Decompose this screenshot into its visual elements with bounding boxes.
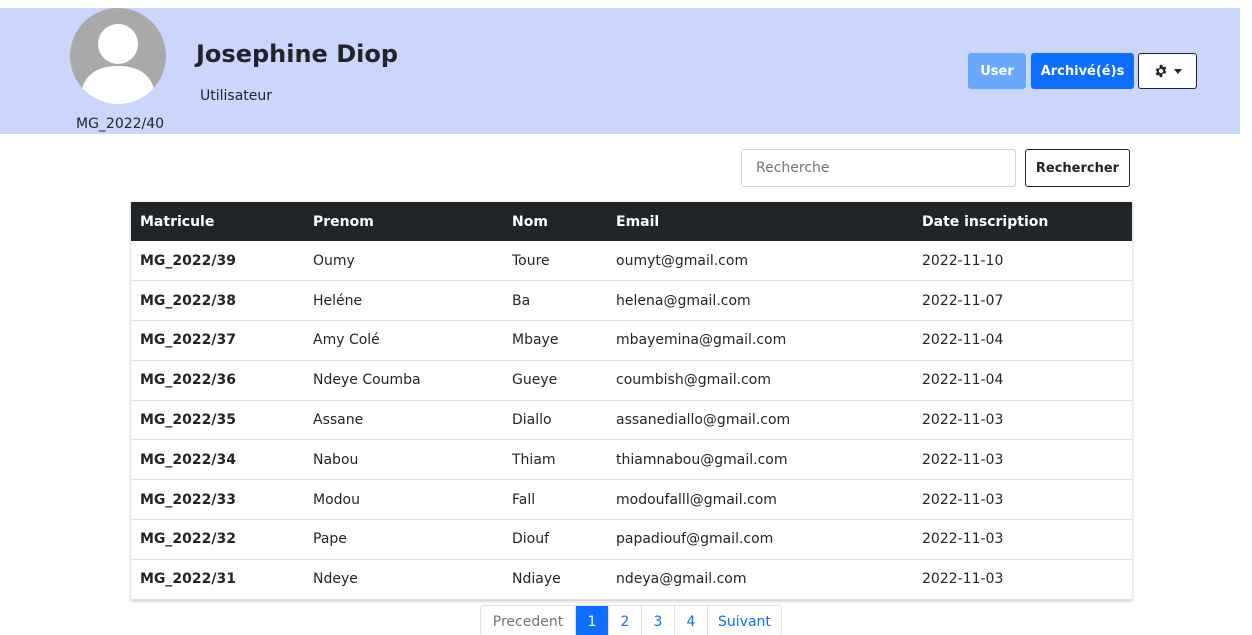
cell-email: mbayemina@gmail.com	[616, 332, 787, 349]
cell-prenom: Oumy	[313, 252, 355, 269]
cell-prenom: Pape	[313, 531, 347, 548]
table-row[interactable]: MG_2022/34 Nabou Thiam thiamnabou@gmail.com…	[131, 440, 1132, 480]
user-avatar-icon	[70, 8, 166, 104]
page-title: Josephine Diop	[196, 40, 399, 68]
cell-matricule: MG_2022/38	[140, 292, 236, 309]
cell-prenom: Amy Colé	[313, 332, 380, 349]
pagination-page-4[interactable]: 4	[675, 606, 708, 635]
pagination-page-3[interactable]: 3	[642, 606, 675, 635]
cell-nom: Thiam	[512, 451, 556, 468]
cell-date-inscription: 2022-11-03	[922, 491, 1004, 508]
cell-nom: Fall	[512, 491, 536, 508]
cell-email: modoufalll@gmail.com	[616, 491, 777, 508]
cell-date-inscription: 2022-11-04	[922, 372, 1004, 389]
cell-date-inscription: 2022-11-07	[922, 292, 1004, 309]
table-row[interactable]: MG_2022/32 Pape Diouf papadiouf@gmail.com 20…	[131, 520, 1132, 560]
cell-prenom: Nabou	[313, 451, 359, 468]
cell-matricule: MG_2022/39	[140, 252, 236, 269]
pagination-page-2[interactable]: 2	[609, 606, 642, 635]
table-row[interactable]: MG_2022/36 Ndeye Coumba Gueye coumbish@gmai…	[131, 360, 1132, 401]
user-button[interactable]: User	[968, 53, 1026, 89]
cell-matricule: MG_2022/37	[140, 332, 236, 349]
cell-date-inscription: 2022-11-03	[922, 571, 1004, 588]
cell-nom: Ndiaye	[512, 571, 561, 588]
cell-prenom: Ndeye Coumba	[313, 372, 421, 389]
cell-nom: Ba	[512, 292, 531, 309]
cell-email: oumyt@gmail.com	[616, 252, 749, 269]
cell-nom: Mbaye	[512, 332, 559, 349]
cell-nom: Diallo	[512, 412, 552, 429]
cell-nom: Toure	[512, 252, 550, 269]
cell-email: helena@gmail.com	[616, 292, 751, 309]
cell-date-inscription: 2022-11-03	[922, 412, 1004, 429]
table-row[interactable]: MG_2022/39 Oumy Toure oumyt@gmail.com 2022-1…	[131, 241, 1132, 281]
cell-email: papadiouf@gmail.com	[616, 531, 774, 548]
cell-email: assanediallo@gmail.com	[616, 412, 791, 429]
cell-prenom: Heléne	[313, 292, 363, 309]
cell-prenom: Modou	[313, 491, 360, 508]
cell-matricule: MG_2022/33	[140, 491, 236, 508]
cell-matricule: MG_2022/32	[140, 531, 236, 548]
cell-email: ndeya@gmail.com	[616, 571, 747, 588]
user-id: MG_2022/40	[76, 116, 165, 132]
user-role: Utilisateur	[200, 88, 273, 104]
cell-matricule: MG_2022/31	[140, 571, 236, 588]
search-input[interactable]	[741, 149, 1016, 187]
column-header-date-inscription: Date inscription	[922, 213, 1049, 230]
gear-icon	[1154, 64, 1168, 78]
column-header-email: Email	[616, 213, 660, 230]
pagination-previous[interactable]: Precedent	[481, 606, 576, 635]
table-header-row: Matricule Prenom Nom Email Date inscript…	[131, 202, 1132, 241]
cell-date-inscription: 2022-11-03	[922, 531, 1004, 548]
cell-email: coumbish@gmail.com	[616, 372, 771, 389]
column-header-nom: Nom	[512, 213, 548, 230]
table-row[interactable]: MG_2022/33 Modou Fall modoufalll@gmail.com 2…	[131, 480, 1132, 520]
cell-prenom: Assane	[313, 412, 364, 429]
users-table: Matricule Prenom Nom Email Date inscript…	[131, 202, 1132, 600]
column-header-matricule: Matricule	[140, 213, 215, 230]
table-row[interactable]: MG_2022/35 Assane Diallo assanediallo@gmail…	[131, 400, 1132, 440]
cell-matricule: MG_2022/35	[140, 412, 236, 429]
cell-matricule: MG_2022/34	[140, 451, 236, 468]
table-row[interactable]: MG_2022/38 Heléne Ba helena@gmail.com 2022-1…	[131, 281, 1132, 321]
table-row[interactable]: MG_2022/37 Amy Colé Mbaye mbayemina@gmail.c…	[131, 321, 1132, 361]
cell-email: thiamnabou@gmail.com	[616, 451, 788, 468]
cell-nom: Gueye	[512, 372, 558, 389]
cell-date-inscription: 2022-11-03	[922, 451, 1004, 468]
profile-header: MG_2022/40 Josephine Diop Utilisateur Us…	[0, 8, 1240, 134]
table-row[interactable]: MG_2022/31 Ndeye Ndiaye ndeya@gmail.com 2022…	[131, 559, 1132, 600]
cell-nom: Diouf	[512, 531, 550, 548]
column-header-prenom: Prenom	[313, 213, 374, 230]
settings-dropdown-button[interactable]	[1138, 53, 1197, 89]
archive-button[interactable]: Archivé(é)s	[1031, 53, 1134, 89]
pagination-page-1[interactable]: 1	[576, 606, 609, 635]
cell-date-inscription: 2022-11-10	[922, 252, 1004, 269]
cell-date-inscription: 2022-11-04	[922, 332, 1004, 349]
pagination-next[interactable]: Suivant	[708, 606, 781, 635]
pagination: Precedent 1 2 3 4 Suivant	[480, 605, 782, 635]
search-button[interactable]: Rechercher	[1025, 149, 1130, 187]
cell-matricule: MG_2022/36	[140, 372, 236, 389]
cell-prenom: Ndeye	[313, 571, 358, 588]
chevron-down-icon	[1173, 68, 1182, 74]
